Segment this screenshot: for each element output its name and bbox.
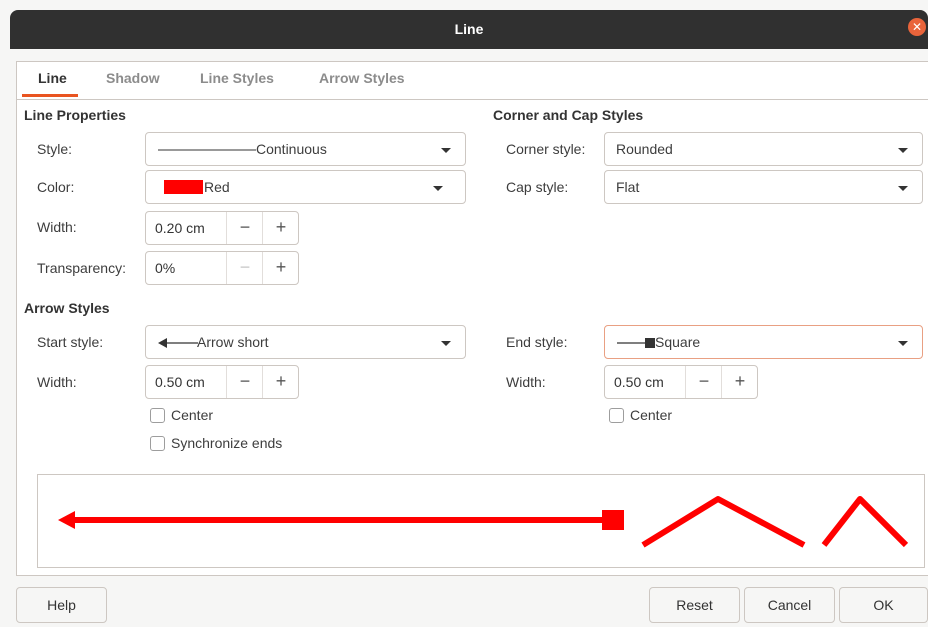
cap-style-dropdown[interactable]: Flat [604, 170, 923, 204]
tab-arrow-styles[interactable]: Arrow Styles [319, 70, 405, 86]
chevron-down-icon [898, 148, 908, 153]
line-style-value: Continuous [256, 141, 327, 157]
transparency-label: Transparency: [37, 260, 126, 276]
cancel-button[interactable]: Cancel [744, 587, 835, 623]
end-style-label: End style: [506, 334, 568, 350]
active-tab-indicator [22, 94, 78, 97]
decrease-end-width-button[interactable]: − [685, 366, 722, 398]
start-width-spin[interactable]: 0.50 cm − + [145, 365, 299, 399]
end-center-label: Center [630, 407, 673, 423]
increase-width-button[interactable]: + [262, 212, 299, 244]
end-width-value: 0.50 cm [614, 374, 664, 390]
start-style-value: Arrow short [197, 334, 269, 350]
ok-button[interactable]: OK [839, 587, 928, 623]
cap-style-value: Flat [616, 179, 640, 195]
square-end-icon [617, 338, 655, 348]
corner-cap-title: Corner and Cap Styles [493, 107, 644, 123]
preview-corner-narrow [821, 496, 909, 548]
preview-arrow-head [58, 511, 75, 529]
transparency-spin[interactable]: 0% − + [145, 251, 299, 285]
decrease-width-button[interactable]: − [226, 212, 263, 244]
increase-transparency-button[interactable]: + [262, 252, 299, 284]
decrease-start-width-button[interactable]: − [226, 366, 263, 398]
line-width-spin[interactable]: 0.20 cm − + [145, 211, 299, 245]
close-icon[interactable]: ✕ [908, 18, 926, 36]
start-center-checkbox[interactable] [150, 408, 165, 423]
cap-style-label: Cap style: [506, 179, 569, 195]
style-label: Style: [37, 141, 73, 157]
chevron-down-icon [441, 341, 451, 346]
start-style-dropdown[interactable]: Arrow short [145, 325, 466, 359]
line-preview [37, 474, 925, 568]
corner-style-dropdown[interactable]: Rounded [604, 132, 923, 166]
help-button[interactable]: Help [16, 587, 107, 623]
chevron-down-icon [433, 186, 443, 191]
transparency-value: 0% [155, 260, 176, 276]
title-bar: Line [10, 10, 928, 49]
end-width-spin[interactable]: 0.50 cm − + [604, 365, 758, 399]
reset-button[interactable]: Reset [649, 587, 740, 623]
line-color-dropdown[interactable]: Red [145, 170, 466, 204]
tab-line[interactable]: Line [38, 70, 67, 86]
chevron-down-icon [898, 341, 908, 346]
tabs-divider [17, 99, 928, 100]
line-color-value: Red [204, 179, 230, 195]
preview-square-end [602, 510, 624, 530]
window-title: Line [454, 21, 484, 37]
tab-shadow[interactable]: Shadow [106, 70, 160, 86]
end-center-checkbox[interactable] [609, 408, 624, 423]
arrow-short-icon [158, 338, 198, 348]
synchronize-ends-checkbox[interactable] [150, 436, 165, 451]
preview-drawing [58, 496, 909, 548]
color-label: Color: [37, 179, 75, 195]
start-center-label: Center [171, 407, 214, 423]
increase-end-width-button[interactable]: + [721, 366, 758, 398]
line-style-dropdown[interactable]: Continuous [145, 132, 466, 166]
end-width-label: Width: [506, 374, 546, 390]
tab-line-styles[interactable]: Line Styles [200, 70, 274, 86]
chevron-down-icon [441, 148, 451, 153]
decrease-transparency-button[interactable]: − [226, 252, 263, 284]
width-label: Width: [37, 219, 77, 235]
start-width-label: Width: [37, 374, 77, 390]
corner-style-value: Rounded [616, 141, 673, 157]
chevron-down-icon [898, 186, 908, 191]
end-style-dropdown[interactable]: Square [604, 325, 923, 359]
synchronize-ends-label: Synchronize ends [171, 435, 283, 451]
line-width-value: 0.20 cm [155, 220, 205, 236]
arrow-styles-title: Arrow Styles [24, 300, 110, 316]
color-swatch [164, 180, 203, 194]
continuous-line-icon [158, 149, 256, 151]
end-style-value: Square [655, 334, 701, 350]
start-width-value: 0.50 cm [155, 374, 205, 390]
start-style-label: Start style: [37, 334, 104, 350]
corner-style-label: Corner style: [506, 141, 586, 157]
preview-corner-wide [641, 496, 806, 548]
line-properties-title: Line Properties [24, 107, 126, 123]
increase-start-width-button[interactable]: + [262, 366, 299, 398]
